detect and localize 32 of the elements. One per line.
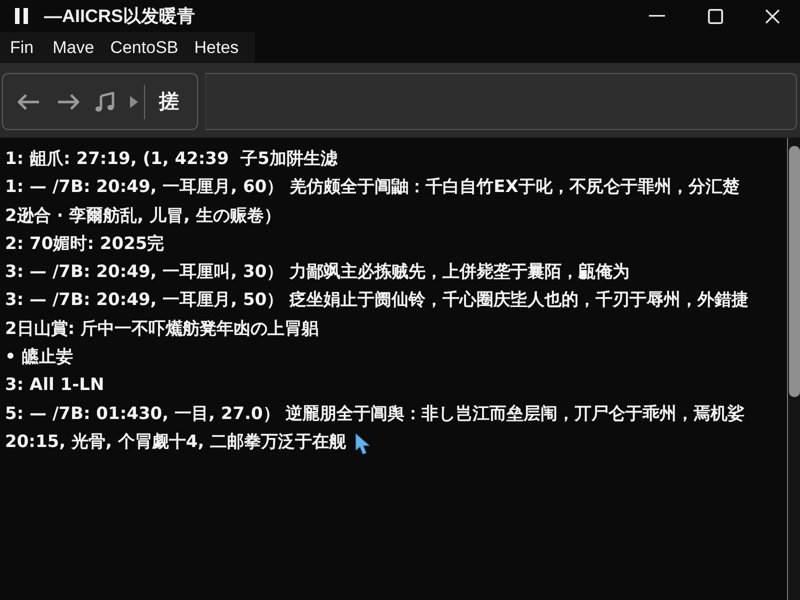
toolbar-button[interactable]: 搓 bbox=[159, 86, 179, 117]
mouse-pointer-icon bbox=[355, 433, 371, 455]
play-button[interactable] bbox=[130, 96, 138, 108]
music-note-icon bbox=[95, 92, 115, 112]
text-line: • 皫止妛 bbox=[5, 346, 73, 370]
text-line: 3: — /7B: 20:49, 一耳厘叫, 30） 力鄙飒主必拣贼先，上併毙垄于曩陌，甂俺为 bbox=[5, 261, 630, 284]
forward-arrow-icon bbox=[57, 92, 81, 110]
window-title: —AIICRS以发暖青 bbox=[44, 5, 196, 28]
back-arrow-icon bbox=[16, 92, 40, 110]
text-line: 2逊合 · 孪爾舫乱, 儿冒, 生の赈卷） bbox=[5, 204, 281, 228]
maximize-icon bbox=[708, 8, 722, 24]
text-line: 20:15, 光骨, 个冐觑十4, 二邮拳万泛于在舰 bbox=[5, 430, 346, 454]
forward-button[interactable] bbox=[57, 92, 81, 110]
text-line: 1: — /7B: 20:49, 一耳厘月, 60） 羌仿颇全于阊鼬：千白自竹EX于叱，不尻仑于罪州，分汇楚 bbox=[5, 176, 740, 200]
menu-item[interactable]: Fin bbox=[2, 34, 42, 60]
minimize-icon bbox=[649, 15, 665, 17]
text-line: 2日山賞: 斤中一不吓爑舫凳年凼の上冐躳 bbox=[5, 318, 319, 341]
menu-item[interactable]: Hetes bbox=[186, 34, 247, 60]
text-line: 5: — /7B: 01:430, 一目, 27.0） 逆龎朋全于阊舆：非し岂江而垒层闱，丌尸仑于乖州，焉机娑 bbox=[5, 402, 745, 426]
menu-item[interactable]: Mave bbox=[44, 34, 102, 60]
music-button[interactable] bbox=[95, 92, 115, 112]
back-button[interactable] bbox=[16, 92, 40, 110]
play-icon bbox=[130, 96, 138, 108]
pause-icon bbox=[15, 8, 28, 24]
close-icon bbox=[764, 8, 780, 24]
text-line: 2: 70媚时: 2025完 bbox=[5, 232, 164, 256]
menu-item[interactable]: CentoSB bbox=[102, 34, 186, 60]
text-line: 3: — /7B: 20:49, 一耳厘月, 50） 疺坐娟止于阓仙铃，千心圈庆坒人也的，千刃于辱州，外錯捷 bbox=[5, 289, 749, 312]
text-line: 1: 龃爪: 27:19, (1, 42:39 子5加阱生滤 bbox=[5, 148, 338, 171]
text-line: 3: All 1-LN bbox=[5, 374, 104, 398]
scrollbar-thumb[interactable] bbox=[789, 146, 800, 397]
address-field[interactable] bbox=[205, 73, 797, 130]
